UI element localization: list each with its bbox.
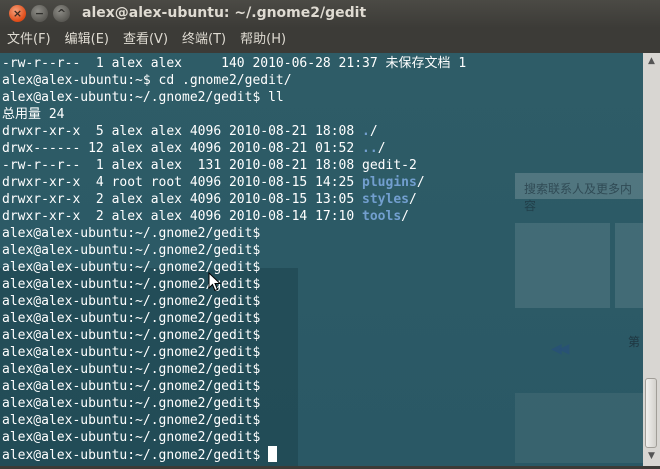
terminal-line-text: alex@alex-ubuntu:~/.gnome2/gedit$ [2, 294, 261, 309]
terminal-line: alex@alex-ubuntu:~/.gnome2/gedit$ [2, 395, 466, 412]
scroll-down-arrow-icon[interactable]: ▼ [646, 451, 657, 462]
terminal-line-text: -rw-r--r-- 1 alex alex 131 2010-08-21 18… [2, 158, 417, 173]
terminal-line: alex@alex-ubuntu:~/.gnome2/gedit$ [2, 344, 466, 361]
maximize-icon: ^ [56, 7, 67, 20]
menu-help[interactable]: 帮助(H) [233, 28, 293, 52]
menu-view[interactable]: 查看(V) [116, 28, 175, 52]
terminal-line: alex@alex-ubuntu:~/.gnome2/gedit$ [2, 225, 466, 242]
terminal-line: drwxr-xr-x 2 alex alex 4096 2010-08-14 1… [2, 208, 466, 225]
terminal-line: alex@alex-ubuntu:~/.gnome2/gedit$ [2, 378, 466, 395]
terminal-line: alex@alex-ubuntu:~/.gnome2/gedit$ ll [2, 89, 466, 106]
terminal-line-text: -rw-r--r-- 1 alex alex 140 2010-06-28 21… [2, 56, 467, 71]
minimize-button[interactable]: − [31, 5, 48, 22]
terminal-line-text: alex@alex-ubuntu:~$ cd .gnome2/gedit/ [2, 73, 292, 88]
directory-suffix: / [409, 192, 417, 207]
background-ghost-thumbnail [515, 223, 610, 308]
minimize-icon: − [34, 7, 45, 20]
directory-name: plugins [362, 175, 417, 190]
terminal-line: alex@alex-ubuntu:~/.gnome2/gedit$ [2, 310, 466, 327]
title-bar[interactable]: × − ^ alex@alex-ubuntu: ~/.gnome2/gedit [0, 0, 660, 28]
terminal-line: alex@alex-ubuntu:~/.gnome2/gedit$ [2, 276, 466, 293]
directory-name: styles [362, 192, 409, 207]
terminal-line: -rw-r--r-- 1 alex alex 131 2010-08-21 18… [2, 157, 466, 174]
terminal-line-text: alex@alex-ubuntu:~/.gnome2/gedit$ [2, 362, 261, 377]
listing-entry-info: drwx------ 12 alex alex 4096 2010-08-21 … [2, 141, 363, 156]
text-cursor [268, 446, 278, 462]
directory-suffix: / [369, 124, 378, 139]
terminal-line: alex@alex-ubuntu:~$ cd .gnome2/gedit/ [2, 72, 466, 89]
terminal-line-text: alex@alex-ubuntu:~/.gnome2/gedit$ ll [2, 90, 284, 105]
terminal-line-text: alex@alex-ubuntu:~/.gnome2/gedit$ [2, 379, 261, 394]
menu-file[interactable]: 文件(F) [0, 28, 58, 52]
terminal-line-text: 总用量 24 [2, 107, 65, 122]
terminal-line-text: alex@alex-ubuntu:~/.gnome2/gedit$ [2, 413, 261, 428]
window-title: alex@alex-ubuntu: ~/.gnome2/gedit [82, 5, 367, 21]
directory-suffix: / [416, 175, 425, 190]
terminal-line: alex@alex-ubuntu:~/.gnome2/gedit$ [2, 327, 466, 344]
vertical-scrollbar[interactable]: ▲ ▼ [643, 53, 660, 466]
close-icon: × [12, 7, 23, 20]
scroll-up-arrow-icon[interactable]: ▲ [646, 56, 657, 67]
terminal-lines: -rw-r--r-- 1 alex alex 140 2010-06-28 21… [2, 55, 466, 463]
terminal-line-text: alex@alex-ubuntu:~/.gnome2/gedit$ [2, 226, 261, 241]
terminal-line: drwxr-xr-x 5 alex alex 4096 2010-08-21 1… [2, 123, 466, 140]
scrollbar-thumb[interactable] [645, 378, 657, 448]
directory-name: tools [362, 209, 402, 224]
terminal-line: alex@alex-ubuntu:~/.gnome2/gedit$ [2, 361, 466, 378]
listing-entry-info: drwxr-xr-x 2 alex alex 4096 2010-08-15 1… [2, 192, 363, 207]
terminal-line-text: alex@alex-ubuntu:~/.gnome2/gedit$ [2, 243, 261, 258]
menu-edit[interactable]: 编辑(E) [58, 28, 116, 52]
terminal-line-text: alex@alex-ubuntu:~/.gnome2/gedit$ [2, 311, 261, 326]
close-button[interactable]: × [9, 5, 26, 22]
directory-name: . [362, 124, 370, 139]
terminal-line: drwxr-xr-x 4 root root 4096 2010-08-15 1… [2, 174, 466, 191]
terminal-line: alex@alex-ubuntu:~/.gnome2/gedit$ [2, 242, 466, 259]
menu-bar: 文件(F) 编辑(E) 查看(V) 终端(T) 帮助(H) [0, 28, 660, 52]
listing-entry-info: drwxr-xr-x 2 alex alex 4096 2010-08-14 1… [2, 209, 363, 224]
background-ghost-thumbnail-2 [615, 223, 643, 308]
terminal-window: × − ^ alex@alex-ubuntu: ~/.gnome2/gedit … [0, 0, 660, 469]
menu-terminal[interactable]: 终端(T) [175, 28, 233, 52]
background-ghost-search-text: 搜索联系人及更多内容 [524, 182, 633, 213]
terminal-line: 总用量 24 [2, 106, 466, 123]
directory-suffix: / [401, 209, 409, 224]
mouse-pointer-icon [208, 272, 222, 292]
background-ghost-arrows-icon: ◀◀ [551, 341, 569, 357]
terminal-line-text: alex@alex-ubuntu:~/.gnome2/gedit$ [2, 328, 261, 343]
listing-entry-info: drwxr-xr-x 4 root root 4096 2010-08-15 1… [2, 175, 363, 190]
terminal-line: drwxr-xr-x 2 alex alex 4096 2010-08-15 1… [2, 191, 466, 208]
terminal-line: alex@alex-ubuntu:~/.gnome2/gedit$ [2, 293, 466, 310]
terminal-line: alex@alex-ubuntu:~/.gnome2/gedit$ [2, 412, 466, 429]
terminal-line-text: alex@alex-ubuntu:~/.gnome2/gedit$ [2, 345, 261, 360]
terminal-line-text: alex@alex-ubuntu:~/.gnome2/gedit$ [2, 430, 261, 445]
terminal-line: alex@alex-ubuntu:~/.gnome2/gedit$ [2, 446, 466, 463]
terminal-line: alex@alex-ubuntu:~/.gnome2/gedit$ [2, 259, 466, 276]
terminal-line: -rw-r--r-- 1 alex alex 140 2010-06-28 21… [2, 55, 466, 72]
directory-name: .. [362, 141, 378, 156]
directory-suffix: / [377, 141, 386, 156]
maximize-button[interactable]: ^ [53, 5, 70, 22]
background-ghost-label: 第 [628, 335, 641, 349]
terminal-line: drwx------ 12 alex alex 4096 2010-08-21 … [2, 140, 466, 157]
terminal-line: alex@alex-ubuntu:~/.gnome2/gedit$ [2, 429, 466, 446]
background-ghost-panel-2 [515, 393, 643, 463]
terminal-line-text: alex@alex-ubuntu:~/.gnome2/gedit$ [2, 396, 261, 411]
terminal-output[interactable]: 搜索联系人及更多内容 ◀◀ 第 -rw-r--r-- 1 alex alex 1… [0, 53, 643, 466]
terminal-line-text: alex@alex-ubuntu:~/.gnome2/gedit$ [2, 448, 261, 463]
listing-entry-info: drwxr-xr-x 5 alex alex 4096 2010-08-21 1… [2, 124, 363, 139]
